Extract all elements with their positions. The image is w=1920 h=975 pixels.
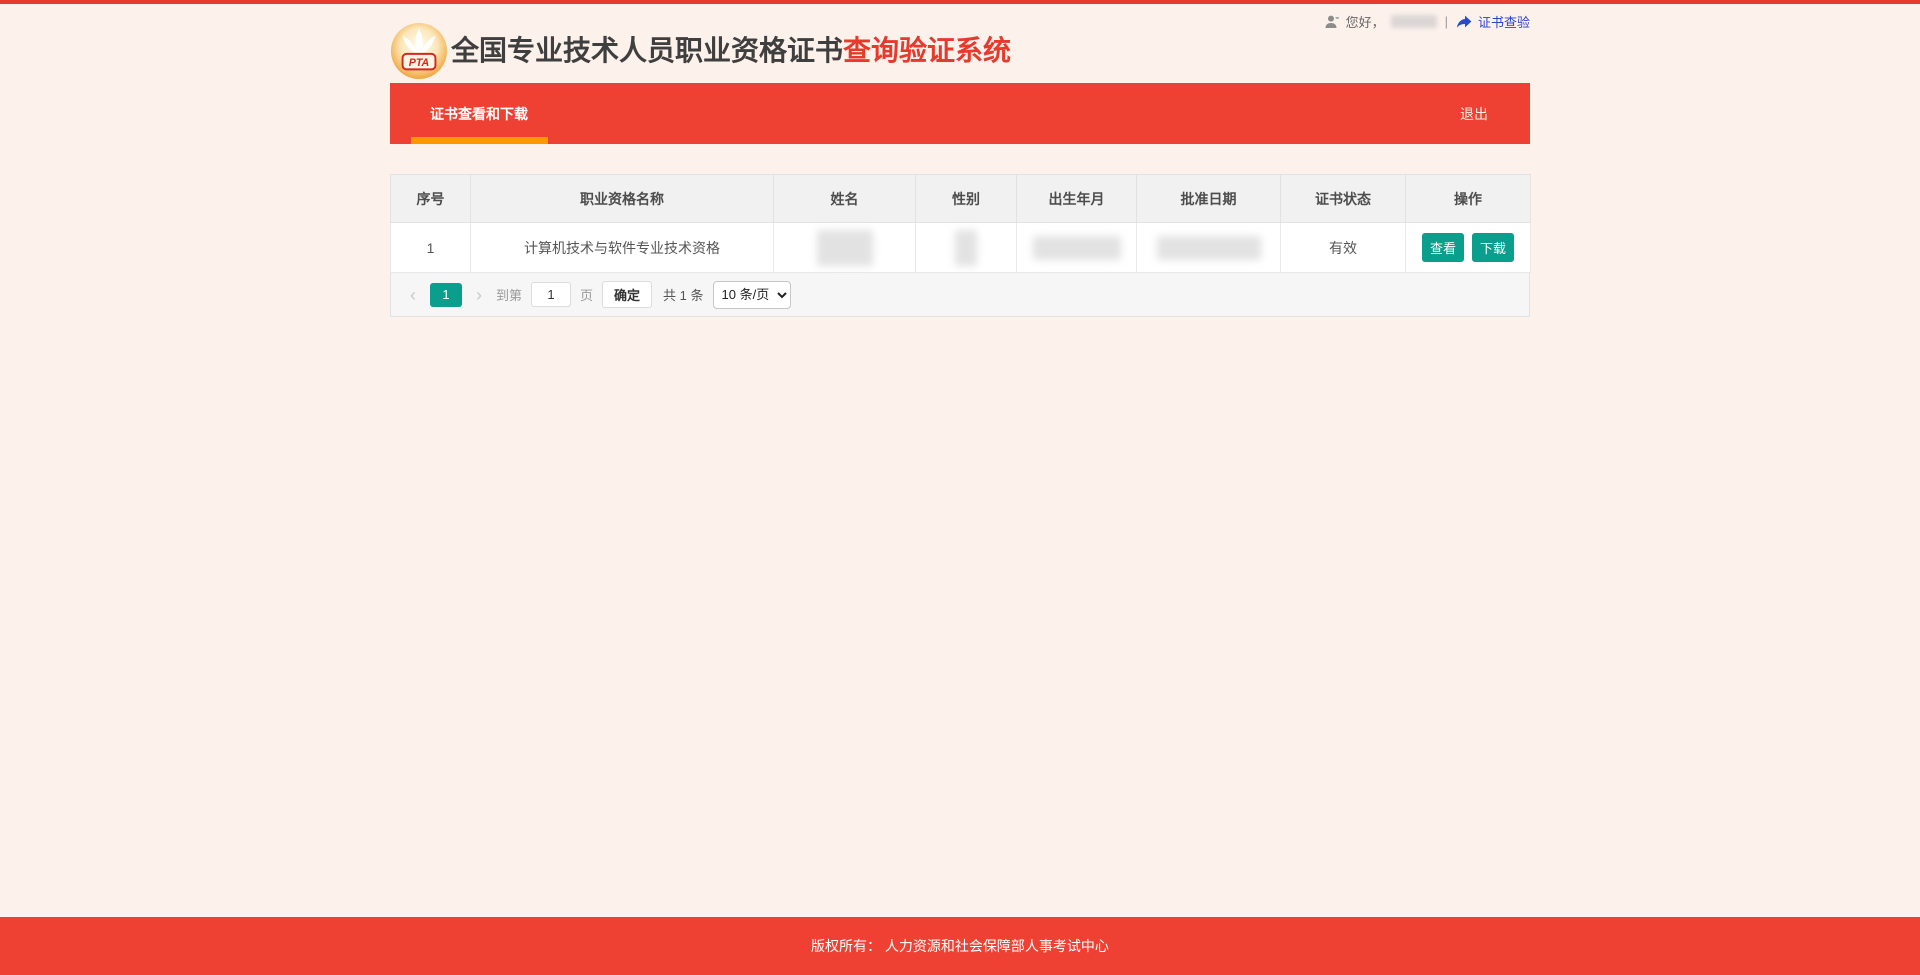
copyright-text: 版权所有： 人力资源和社会保障部人事考试中心 (811, 936, 1109, 956)
cell-actions: 查看下载 (1406, 223, 1531, 273)
active-tab-indicator (411, 137, 548, 144)
next-page-button[interactable]: › (471, 286, 487, 304)
current-page-button[interactable]: 1 (430, 283, 462, 307)
content-area: 序号 职业资格名称 姓名 性别 出生年月 批准日期 证书状态 操作 1 计算机技… (390, 174, 1530, 317)
col-header-name: 姓名 (774, 175, 916, 223)
gender-redacted (955, 230, 977, 266)
cell-index: 1 (391, 223, 471, 273)
username-redacted (1391, 15, 1437, 28)
confirm-button[interactable]: 确定 (602, 281, 652, 308)
user-icon (1324, 14, 1340, 30)
col-header-index: 序号 (391, 175, 471, 223)
site-footer: 版权所有： 人力资源和社会保障部人事考试中心 (0, 917, 1920, 975)
col-header-gender: 性别 (916, 175, 1017, 223)
name-redacted (817, 230, 873, 266)
cell-name (774, 223, 916, 273)
pagination-bar: ‹ 1 › 到第 页 确定 共 1 条 10 条/页 (390, 273, 1530, 317)
cell-status: 有效 (1281, 223, 1406, 273)
site-header: PTA 全国专业技术人员职业资格证书查询验证系统 您好， | 证书查验 (390, 4, 1530, 83)
greeting-text: 您好， (1346, 12, 1385, 31)
col-header-qualification: 职业资格名称 (471, 175, 774, 223)
page-size-select[interactable]: 10 条/页 (713, 281, 791, 309)
user-bar: 您好， | 证书查验 (1324, 12, 1530, 31)
certificates-table: 序号 职业资格名称 姓名 性别 出生年月 批准日期 证书状态 操作 1 计算机技… (390, 174, 1531, 273)
cell-qualification: 计算机技术与软件专业技术资格 (471, 223, 774, 273)
page-unit-label: 页 (580, 285, 593, 304)
site-title-main: 全国专业技术人员职业资格证书 (451, 35, 843, 66)
col-header-approval-date: 批准日期 (1137, 175, 1281, 223)
cell-birth (1017, 223, 1137, 273)
tab-certificate-view-download[interactable]: 证书查看和下载 (430, 104, 528, 124)
share-arrow-icon (1456, 14, 1472, 30)
goto-label: 到第 (496, 285, 522, 304)
col-header-actions: 操作 (1406, 175, 1531, 223)
approval-date-redacted (1157, 236, 1261, 260)
logout-button[interactable]: 退出 (1460, 104, 1488, 124)
page: PTA 全国专业技术人员职业资格证书查询验证系统 您好， | 证书查验 证书查看… (0, 0, 1920, 975)
birth-redacted (1033, 236, 1121, 260)
brand: PTA 全国专业技术人员职业资格证书查询验证系统 (390, 22, 1011, 80)
total-count-label: 共 1 条 (663, 285, 703, 304)
pta-logo: PTA (390, 22, 448, 80)
col-header-status: 证书状态 (1281, 175, 1406, 223)
col-header-birth: 出生年月 (1017, 175, 1137, 223)
certificate-verify-link[interactable]: 证书查验 (1478, 12, 1530, 31)
goto-page-input[interactable] (531, 282, 571, 307)
download-button[interactable]: 下载 (1472, 233, 1514, 262)
cell-gender (916, 223, 1017, 273)
main-nav: 证书查看和下载 退出 (390, 83, 1530, 144)
site-title-accent: 查询验证系统 (843, 35, 1011, 66)
separator: | (1445, 14, 1448, 29)
logo-text: PTA (409, 56, 429, 68)
cell-approval-date (1137, 223, 1281, 273)
view-button[interactable]: 查看 (1422, 233, 1464, 262)
page-title: 全国专业技术人员职业资格证书查询验证系统 (451, 37, 1011, 65)
table-header-row: 序号 职业资格名称 姓名 性别 出生年月 批准日期 证书状态 操作 (391, 175, 1531, 223)
prev-page-button[interactable]: ‹ (405, 286, 421, 304)
table-row: 1 计算机技术与软件专业技术资格 有效 查看下载 (391, 223, 1531, 273)
